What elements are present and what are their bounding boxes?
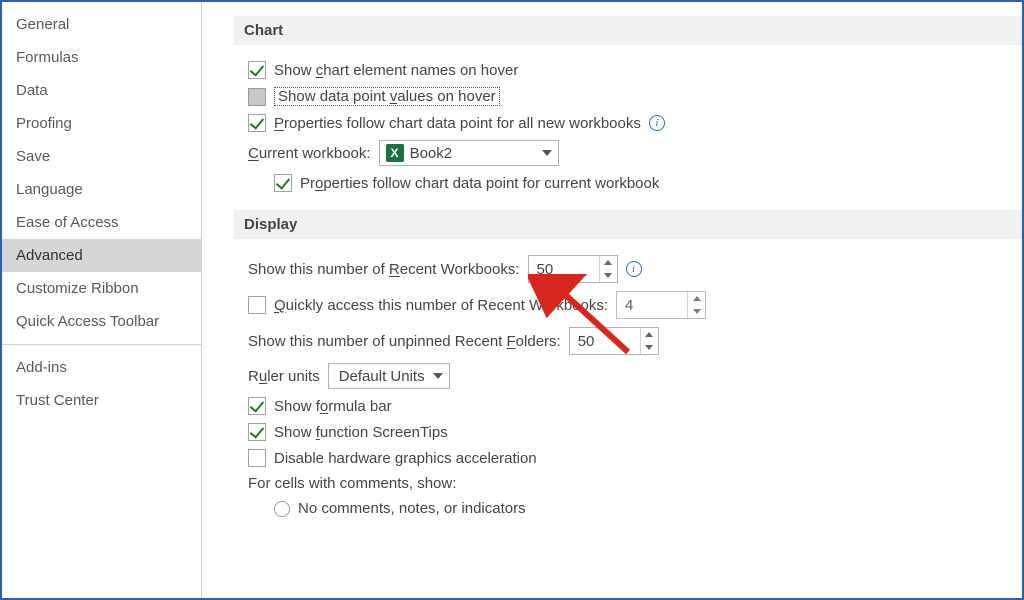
sidebar-item-advanced[interactable]: Advanced: [2, 239, 201, 272]
recent-workbooks-spinner[interactable]: 50: [528, 255, 618, 283]
chart-props-current-workbook-label: Properties follow chart data point for c…: [300, 175, 659, 192]
sidebar-item-quick-access-toolbar[interactable]: Quick Access Toolbar: [2, 305, 201, 338]
info-icon[interactable]: i: [626, 261, 642, 277]
chevron-down-icon: [433, 373, 443, 379]
arrow-down-icon: [693, 309, 701, 314]
section-header-chart: Chart: [234, 16, 1022, 45]
spinner-buttons[interactable]: [687, 292, 705, 318]
comments-option-none-label: No comments, notes, or indicators: [298, 500, 526, 517]
info-icon[interactable]: i: [649, 115, 665, 131]
sidebar-item-language[interactable]: Language: [2, 173, 201, 206]
arrow-down-icon: [604, 273, 612, 278]
ruler-units-dropdown[interactable]: Default Units: [328, 363, 450, 389]
sidebar-item-proofing[interactable]: Proofing: [2, 107, 201, 140]
chart-props-current-workbook-checkbox[interactable]: [274, 174, 292, 192]
chart-point-values-label: Show data point values on hover: [274, 87, 500, 106]
show-formula-bar-checkbox[interactable]: [248, 397, 266, 415]
options-sidebar: General Formulas Data Proofing Save Lang…: [2, 2, 202, 598]
section-header-display: Display: [234, 210, 1022, 239]
arrow-up-icon: [645, 332, 653, 337]
chart-point-values-checkbox[interactable]: [248, 88, 266, 106]
quick-access-recent-checkbox[interactable]: [248, 296, 266, 314]
chart-props-all-workbooks-label: Properties follow chart data point for a…: [274, 115, 641, 132]
show-formula-bar-label: Show formula bar: [274, 398, 392, 415]
ruler-units-value: Default Units: [339, 368, 425, 385]
spinner-buttons[interactable]: [640, 328, 658, 354]
current-workbook-value: Book2: [410, 145, 453, 162]
advanced-options-panel: Chart Show chart element names on hover …: [212, 2, 1022, 598]
current-workbook-label: Current workbook:: [248, 145, 371, 162]
recent-workbooks-label: Show this number of Recent Workbooks:: [248, 261, 520, 278]
sidebar-item-formulas[interactable]: Formulas: [2, 41, 201, 74]
sidebar-item-data[interactable]: Data: [2, 74, 201, 107]
disable-hw-accel-label: Disable hardware graphics acceleration: [274, 450, 537, 467]
arrow-down-icon: [645, 345, 653, 350]
arrow-up-icon: [693, 296, 701, 301]
comments-show-header: For cells with comments, show:: [248, 475, 456, 492]
show-screentips-checkbox[interactable]: [248, 423, 266, 441]
recent-folders-value: 50: [578, 333, 595, 350]
show-screentips-label: Show function ScreenTips: [274, 424, 448, 441]
quick-access-recent-value: 4: [625, 297, 633, 314]
spinner-buttons[interactable]: [599, 256, 617, 282]
disable-hw-accel-checkbox[interactable]: [248, 449, 266, 467]
sidebar-item-trust-center[interactable]: Trust Center: [2, 384, 201, 417]
sidebar-item-customize-ribbon[interactable]: Customize Ribbon: [2, 272, 201, 305]
sidebar-item-general[interactable]: General: [2, 8, 201, 41]
chart-element-names-label: Show chart element names on hover: [274, 62, 518, 79]
comments-option-none-radio[interactable]: [274, 501, 290, 517]
recent-folders-label: Show this number of unpinned Recent Fold…: [248, 333, 561, 350]
recent-folders-spinner[interactable]: 50: [569, 327, 659, 355]
quick-access-recent-spinner[interactable]: 4: [616, 291, 706, 319]
sidebar-item-add-ins[interactable]: Add-ins: [2, 351, 201, 384]
excel-icon: X: [386, 144, 404, 162]
current-workbook-dropdown[interactable]: X Book2: [379, 140, 559, 166]
arrow-up-icon: [604, 260, 612, 265]
ruler-units-label: Ruler units: [248, 368, 320, 385]
quick-access-recent-label: Quickly access this number of Recent Wor…: [274, 297, 608, 314]
chart-props-all-workbooks-checkbox[interactable]: [248, 114, 266, 132]
recent-workbooks-value: 50: [537, 261, 554, 278]
chevron-down-icon: [542, 150, 552, 156]
sidebar-item-save[interactable]: Save: [2, 140, 201, 173]
sidebar-item-ease-of-access[interactable]: Ease of Access: [2, 206, 201, 239]
chart-element-names-checkbox[interactable]: [248, 61, 266, 79]
